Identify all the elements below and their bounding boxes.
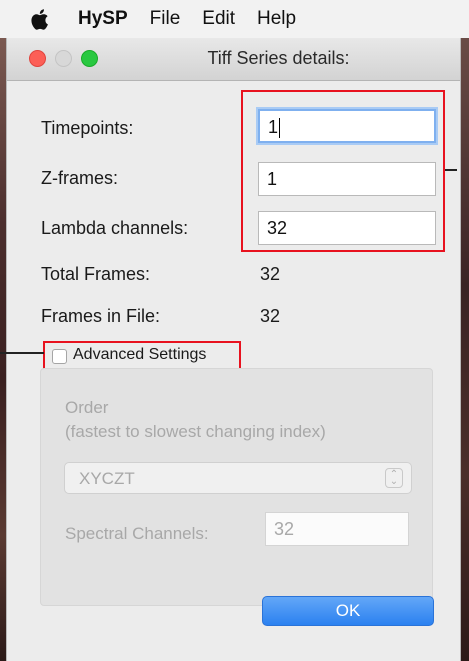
menu-file[interactable]: File	[150, 8, 181, 30]
inputs-highlight-box	[241, 90, 445, 252]
advanced-settings-checkbox[interactable]	[52, 349, 67, 364]
menu-edit[interactable]: Edit	[202, 8, 235, 30]
window-title: Tiff Series details:	[207, 48, 350, 68]
chevron-up-down-icon: ⌃ ⌄	[385, 468, 403, 488]
order-selected-value: XYCZT	[79, 469, 135, 488]
desktop-background-right	[461, 36, 469, 661]
timepoints-label: Timepoints:	[41, 118, 134, 138]
menu-bar: HySP File Edit Help	[0, 0, 469, 38]
frames-in-file-label: Frames in File:	[41, 306, 161, 326]
tiff-series-dialog: Tiff Series details: Timepoints: Z-frame…	[0, 38, 461, 661]
menu-app-name[interactable]: HySP	[78, 8, 128, 30]
order-select[interactable]: XYCZT ⌃ ⌄	[64, 462, 412, 494]
advanced-pointer-line	[0, 352, 44, 354]
order-hint: (fastest to slowest changing index)	[65, 422, 326, 441]
total-frames-label: Total Frames:	[41, 264, 151, 284]
order-label: Order	[65, 398, 109, 417]
lambda-channels-label: Lambda channels:	[41, 218, 189, 238]
ok-button[interactable]: OK	[262, 596, 434, 626]
advanced-settings-label[interactable]: Advanced Settings	[73, 346, 206, 364]
menu-help[interactable]: Help	[257, 8, 296, 30]
window-titlebar: Tiff Series details:	[7, 38, 460, 81]
spectral-channels-input[interactable]: 32	[265, 512, 409, 546]
zframes-label: Z-frames:	[41, 168, 119, 188]
total-frames-value: 32	[260, 264, 281, 284]
inputs-pointer-line	[445, 169, 457, 171]
frames-in-file-value: 32	[260, 306, 281, 326]
spectral-channels-label: Spectral Channels:	[65, 524, 209, 543]
spectral-channels-value: 32	[274, 519, 295, 539]
apple-logo-icon[interactable]	[28, 7, 50, 31]
